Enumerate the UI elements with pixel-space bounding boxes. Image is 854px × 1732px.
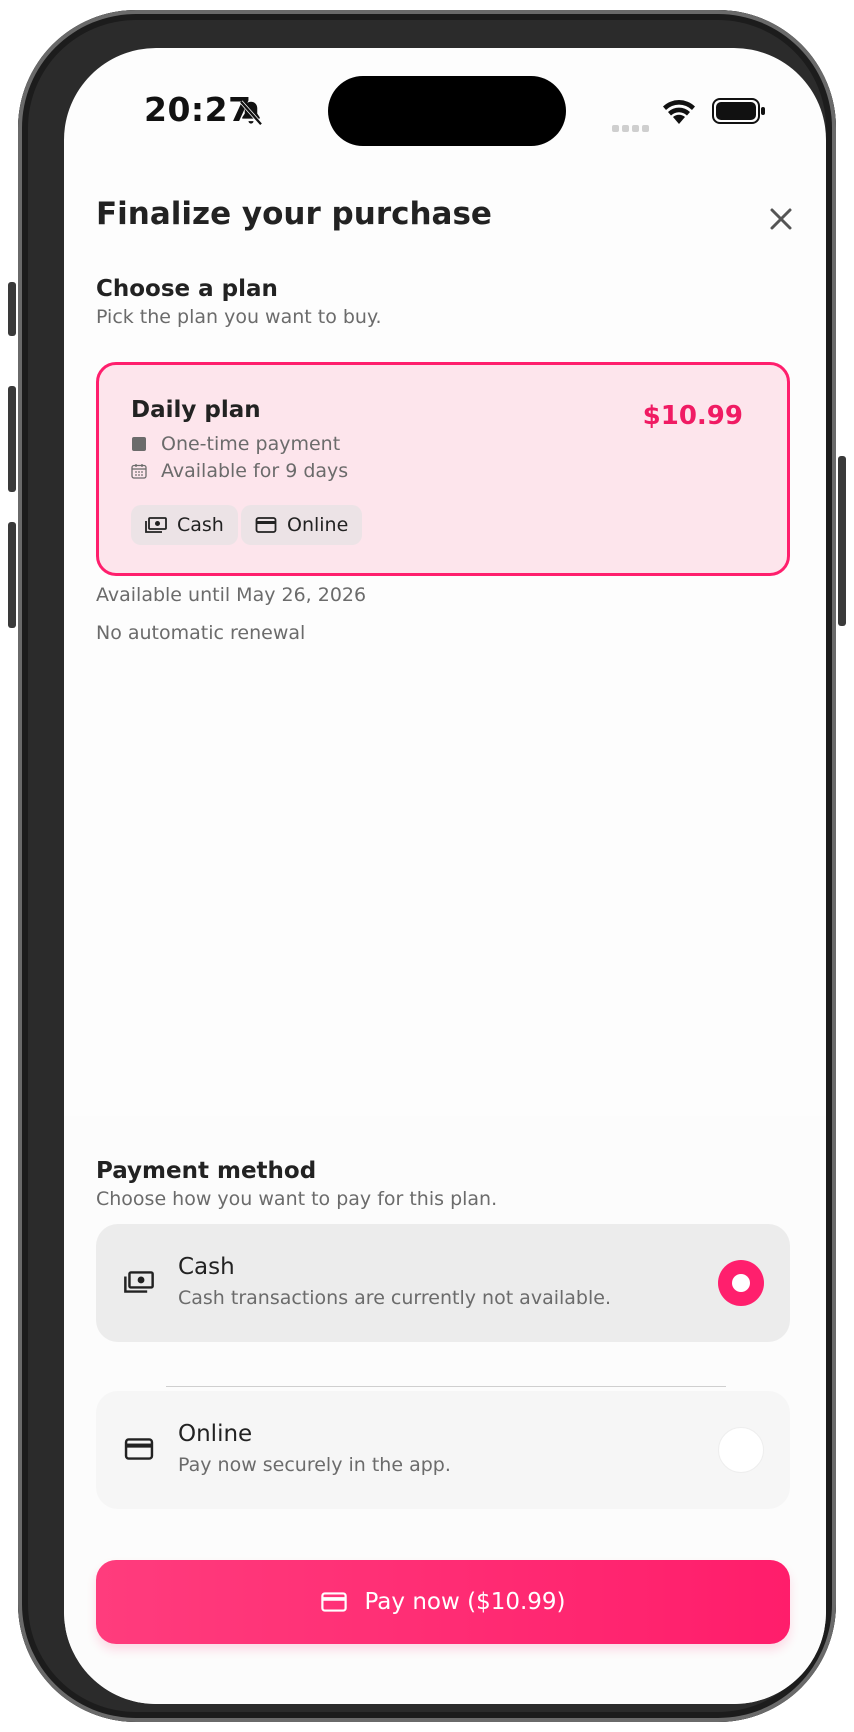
plan-price: $10.99 (642, 401, 743, 431)
plan-name: Daily plan (131, 397, 261, 423)
cash-icon (124, 1271, 154, 1293)
battery-icon (712, 98, 765, 124)
plan-payment-type: One-time payment (131, 433, 340, 455)
plan-card-daily[interactable]: Daily plan $10.99 One-time payment Avail… (96, 362, 790, 576)
silent-switch (8, 282, 16, 336)
payment-option-online-title: Online (178, 1421, 253, 1447)
pay-now-button[interactable]: Pay now ($10.99) (96, 1560, 790, 1644)
plan-availability-label: Available for 9 days (161, 460, 349, 482)
plan-payment-type-label: One-time payment (161, 433, 341, 455)
plan-chip-online: Online (241, 505, 363, 545)
plan-chip-cash: Cash (131, 505, 238, 545)
phone-frame: 20:27 Finalize your purchase Choose a pl… (18, 10, 836, 1722)
plan-chip-cash-label: Cash (177, 514, 224, 536)
bell-slash-icon (239, 100, 263, 126)
radio-online-unselected[interactable] (718, 1427, 764, 1473)
cellular-signal-icon (612, 117, 652, 136)
stop-square-icon (132, 437, 146, 451)
credit-card-icon (321, 1592, 348, 1612)
renewal-note: No automatic renewal (96, 622, 306, 644)
page-title: Finalize your purchase (96, 196, 492, 232)
payment-option-cash[interactable]: Cash Cash transactions are currently not… (96, 1224, 790, 1342)
payment-section-subheading: Choose how you want to pay for this plan… (96, 1188, 498, 1210)
radio-cash-selected[interactable] (718, 1260, 764, 1306)
close-icon[interactable] (764, 202, 798, 236)
calendar-icon (131, 464, 147, 479)
payment-divider (166, 1386, 726, 1387)
credit-card-icon (255, 517, 277, 533)
cash-icon (145, 517, 167, 533)
pay-now-label: Pay now ($10.99) (364, 1589, 566, 1615)
plan-chip-online-label: Online (287, 514, 349, 536)
plan-section-heading: Choose a plan (96, 276, 278, 302)
power-button (838, 456, 846, 626)
volume-up-button (8, 386, 16, 492)
payment-option-cash-title: Cash (178, 1254, 235, 1280)
volume-down-button (8, 522, 16, 628)
credit-card-icon (124, 1438, 154, 1460)
dynamic-island (328, 76, 566, 146)
screen: 20:27 Finalize your purchase Choose a pl… (64, 48, 826, 1704)
payment-option-cash-subtitle: Cash transactions are currently not avai… (178, 1287, 611, 1309)
payment-option-online[interactable]: Online Pay now securely in the app. (96, 1391, 790, 1509)
plan-availability: Available for 9 days (131, 460, 348, 482)
payment-option-online-subtitle: Pay now securely in the app. (178, 1454, 451, 1476)
plan-section-subheading: Pick the plan you want to buy. (96, 306, 382, 328)
payment-section-heading: Payment method (96, 1158, 317, 1184)
wifi-icon (663, 100, 695, 124)
available-until-note: Available until May 26, 2026 (96, 584, 367, 606)
